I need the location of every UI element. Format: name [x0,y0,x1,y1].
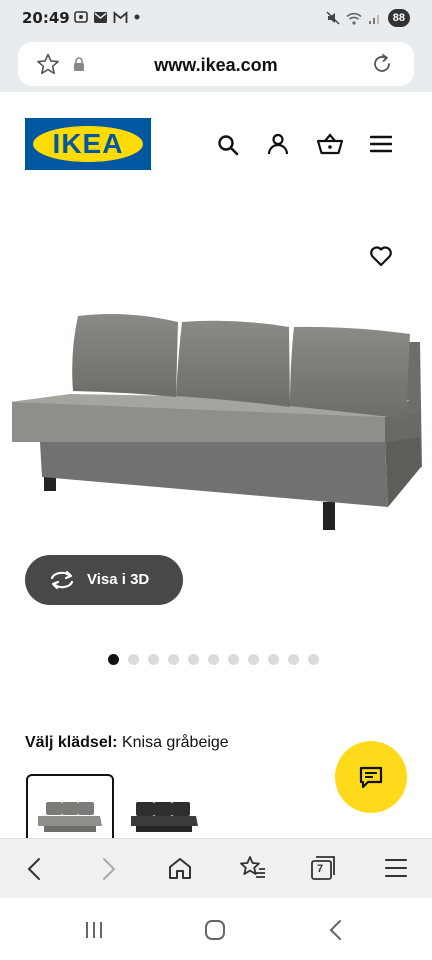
bookmarks-icon[interactable] [238,855,266,881]
browser-bottom-nav: 7 [0,838,432,899]
hamburger-menu-icon[interactable] [370,135,392,153]
system-status-icons: 88 [326,9,410,27]
heart-icon[interactable] [369,245,393,267]
logo-text: IKEA [52,128,124,159]
carousel-dot[interactable] [288,654,299,665]
menu-icon[interactable] [385,858,407,878]
carousel-dot[interactable] [208,654,219,665]
carousel-dot[interactable] [108,654,119,665]
status-bar: 20:49 88 [0,0,432,38]
carousel-dot[interactable] [268,654,279,665]
home-button-icon[interactable] [204,920,226,940]
tabs-count: 7 [317,863,324,875]
wifi-icon [346,12,362,25]
url-text[interactable]: www.ikea.com [18,55,414,76]
mail-icon [94,11,107,23]
system-back-icon[interactable] [328,919,342,941]
sofa-thumbnail-dark [131,802,198,832]
battery-indicator: 88 [387,9,410,27]
fabric-selector-title: Välj klädsel: Knisa gråbeige [25,734,229,752]
product-image-area [0,202,432,722]
carousel-dot[interactable] [188,654,199,665]
chat-icon [359,766,383,789]
carousel-dot[interactable] [168,654,179,665]
status-time: 20:49 [22,9,70,27]
back-icon[interactable] [26,857,42,881]
carousel-dot[interactable] [128,654,139,665]
fabric-value: Knisa gråbeige [121,734,229,751]
carousel-dot[interactable] [148,654,159,665]
carousel-dot[interactable] [228,654,239,665]
system-nav-bar [0,898,432,960]
screenshot-icon [74,11,88,23]
fabric-option-dark-gray[interactable] [126,774,214,838]
mute-icon [326,11,340,25]
search-icon[interactable] [217,134,239,156]
basket-icon[interactable] [316,132,344,156]
image-carousel-dots[interactable] [108,654,319,665]
gmail-icon [113,10,128,23]
fabric-option-gray-beige[interactable] [26,774,114,838]
view-3d-button[interactable]: Visa i 3D [25,555,183,605]
fabric-label: Välj klädsel: [25,734,118,751]
carousel-dot[interactable] [248,654,259,665]
view-3d-label: Visa i 3D [87,571,150,588]
chat-button[interactable] [335,741,407,813]
rotate-3d-icon [50,570,74,590]
browser-toolbar: www.ikea.com [0,38,432,92]
more-dot-icon [134,14,140,20]
address-bar[interactable]: www.ikea.com [18,42,414,86]
forward-icon[interactable] [101,857,117,881]
ikea-logo[interactable]: IKEA [25,118,151,170]
recent-apps-icon[interactable] [84,920,104,940]
site-header: IKEA [0,92,432,202]
sofa-thumbnail-gray [38,802,102,832]
notification-icons [74,10,141,24]
signal-icon [368,15,379,24]
carousel-dot[interactable] [308,654,319,665]
home-icon[interactable] [168,856,192,880]
reload-icon[interactable] [370,52,394,76]
account-icon[interactable] [266,132,290,156]
tabs-button[interactable]: 7 [309,855,337,881]
